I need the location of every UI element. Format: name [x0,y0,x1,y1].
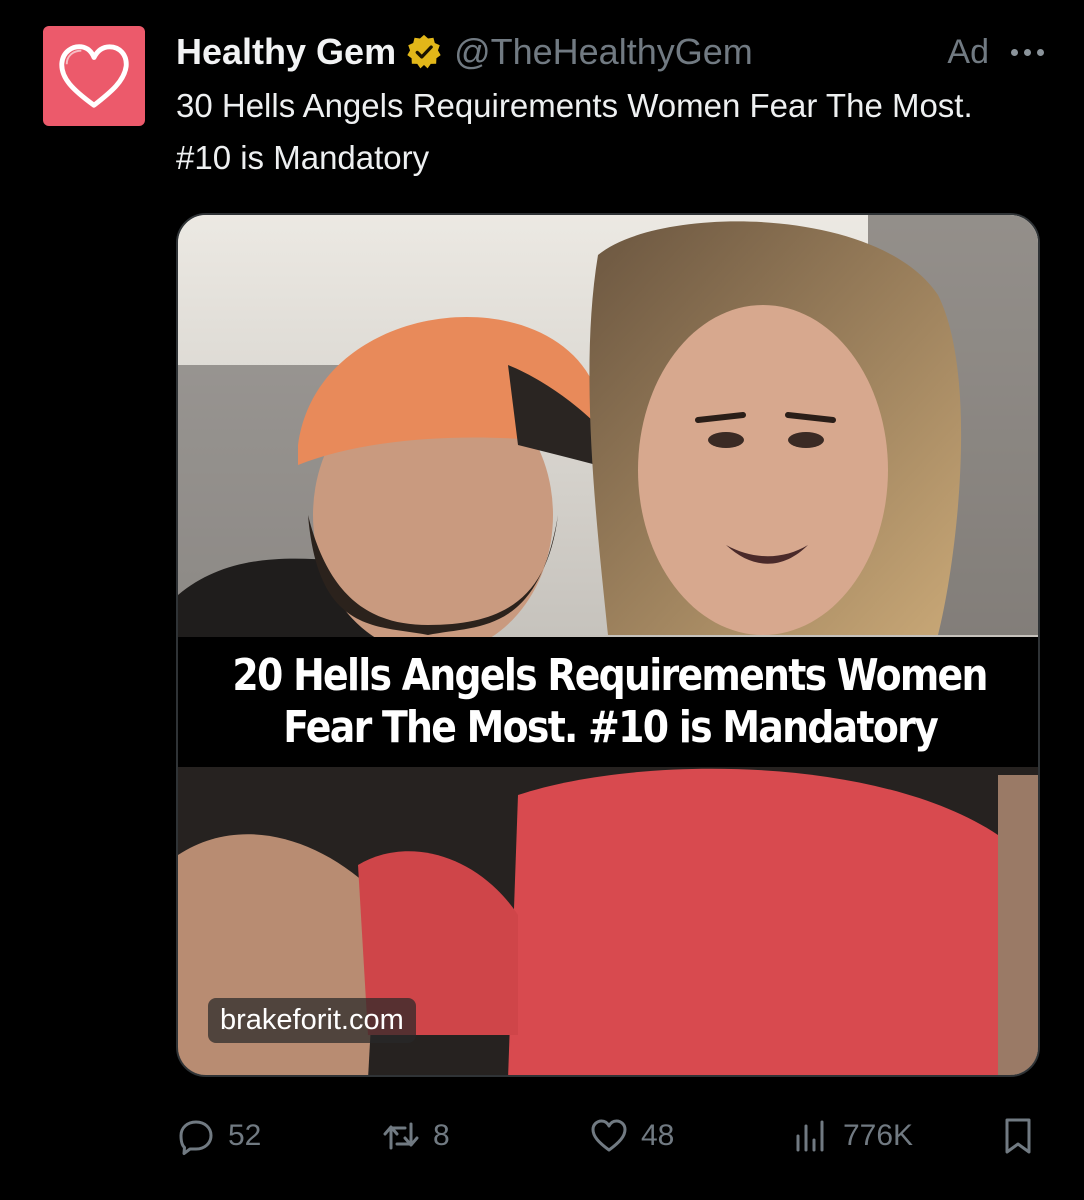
reply-icon [179,1120,213,1155]
like-count: 48 [641,1119,675,1152]
repost-count: 8 [433,1119,450,1152]
tweet-action-bar: 52 8 48 776K [176,1108,1038,1164]
verified-badge-icon[interactable] [406,34,442,70]
tweet-text: 30 Hells Angels Requirements Women Fear … [176,87,973,176]
more-options-icon[interactable] [1011,37,1044,67]
reply-count: 52 [228,1119,262,1152]
author-display-name[interactable]: Healthy Gem [176,31,396,73]
tweet-media-card[interactable]: 20 Hells Angels Requirements Women Fear … [176,213,1040,1077]
heart-icon [591,1119,627,1152]
author-handle[interactable]: @TheHealthyGem [454,31,753,73]
repost-icon [383,1122,419,1150]
more-dot [1024,48,1031,56]
more-dot [1011,48,1018,56]
more-dot [1037,48,1044,56]
ad-tweet[interactable]: Healthy Gem @TheHealthyGem Ad 30 Hells A… [0,0,1084,1200]
like-button[interactable]: 48 [589,1108,674,1164]
reply-button[interactable]: 52 [176,1108,261,1164]
views-chart-icon [796,1120,824,1152]
image-caption-line-1: 20 Hells Angels Requirements Women [232,650,989,701]
views-button[interactable]: 776K [791,1108,913,1164]
bookmark-icon [1005,1118,1031,1154]
repost-button[interactable]: 8 [381,1108,450,1164]
bookmark-button[interactable] [998,1108,1038,1164]
tweet-header: Healthy Gem @TheHealthyGem Ad [176,26,1044,78]
heart-logo-icon [59,44,129,108]
avatar[interactable] [43,26,145,126]
views-count: 776K [843,1119,914,1152]
link-domain-badge[interactable]: brakeforit.com [208,998,416,1043]
image-caption-band: 20 Hells Angels Requirements Women Fear … [178,637,1038,767]
ad-label: Ad [947,32,989,71]
image-caption-line-2: Fear The Most. #10 is Mandatory [283,702,939,753]
